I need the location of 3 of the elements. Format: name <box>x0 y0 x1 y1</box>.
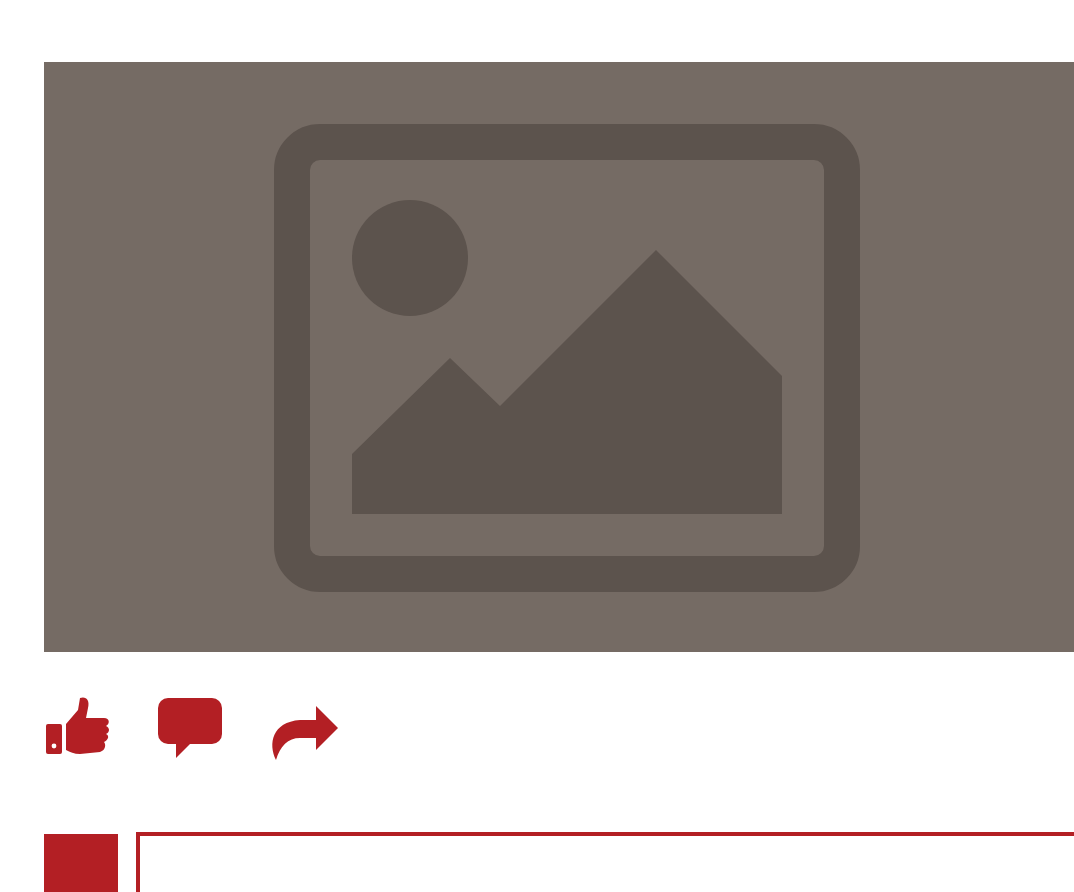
image-icon <box>274 124 860 592</box>
speech-bubble-icon[interactable] <box>156 696 228 762</box>
avatar-square <box>44 834 118 892</box>
